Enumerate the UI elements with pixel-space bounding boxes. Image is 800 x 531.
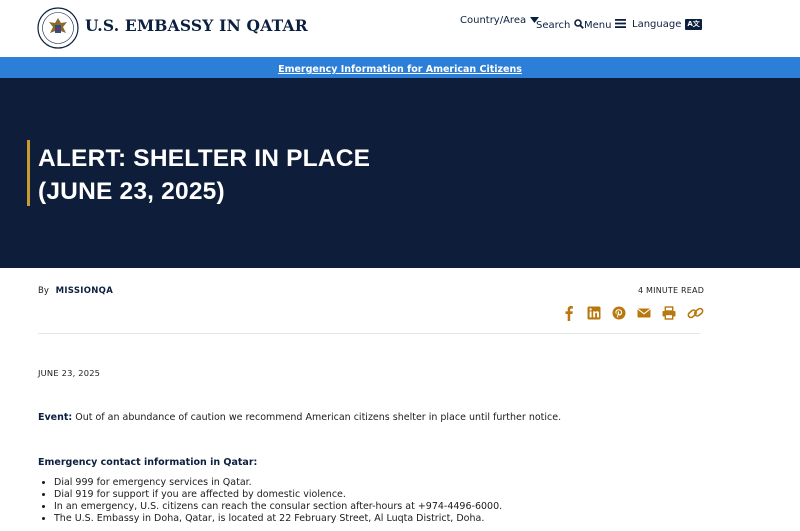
- emergency-bar: Emergency Information for American Citiz…: [0, 57, 800, 78]
- search-icon: [574, 19, 585, 32]
- event-paragraph: Event: Out of an abundance of caution we…: [38, 412, 561, 423]
- nav-menu-label: Menu: [584, 19, 612, 31]
- page-title-line-2: (JUNE 23, 2025): [38, 178, 225, 205]
- list-item: In an emergency, U.S. citizens can reach…: [54, 501, 502, 513]
- meta-divider: [38, 333, 700, 334]
- pinterest-icon[interactable]: [612, 305, 626, 321]
- translate-icon: A文: [685, 19, 702, 30]
- site-header: U.S. EMBASSY IN QATAR Country/Area Searc…: [0, 0, 800, 57]
- list-item: The U.S. Embassy in Doha, Qatar, is loca…: [54, 513, 502, 525]
- nav-search[interactable]: Search: [536, 19, 585, 32]
- by-label: By: [38, 286, 49, 296]
- nav-menu[interactable]: Menu: [584, 19, 627, 31]
- facebook-icon[interactable]: [562, 305, 576, 321]
- read-time: 4 MINUTE READ: [638, 286, 705, 295]
- share-bar: [562, 305, 704, 321]
- byline: By MISSIONQA: [38, 286, 113, 296]
- hero-accent-bar: [27, 140, 30, 206]
- event-text: Out of an abundance of caution we recomm…: [72, 412, 562, 423]
- nav-search-label: Search: [536, 20, 571, 31]
- author-link[interactable]: MISSIONQA: [56, 286, 114, 296]
- hero-banner: ALERT: SHELTER IN PLACE (JUNE 23, 2025): [0, 78, 800, 268]
- hamburger-icon: [615, 19, 627, 31]
- event-label: Event:: [38, 412, 73, 423]
- nav-language-label: Language: [632, 19, 682, 30]
- nav-country-label: Country/Area: [460, 15, 527, 26]
- nav-country-area[interactable]: Country/Area: [460, 15, 540, 26]
- page-title: ALERT: SHELTER IN PLACE (JUNE 23, 2025): [38, 142, 438, 208]
- contact-heading: Emergency contact information in Qatar:: [38, 457, 258, 468]
- email-icon[interactable]: [637, 305, 651, 321]
- list-item: Dial 919 for support if you are affected…: [54, 489, 502, 501]
- print-icon[interactable]: [662, 305, 676, 321]
- linkedin-icon[interactable]: [587, 305, 601, 321]
- site-title[interactable]: U.S. EMBASSY IN QATAR: [85, 16, 308, 35]
- page-title-line-1: ALERT: SHELTER IN PLACE: [38, 145, 371, 172]
- emergency-info-link[interactable]: Emergency Information for American Citiz…: [278, 64, 522, 75]
- list-item: Dial 999 for emergency services in Qatar…: [54, 477, 502, 489]
- embassy-seal-logo[interactable]: [37, 7, 79, 49]
- post-date: JUNE 23, 2025: [38, 368, 101, 378]
- contact-list: Dial 999 for emergency services in Qatar…: [54, 477, 502, 525]
- nav-language[interactable]: Language A文: [632, 19, 702, 30]
- copy-link-icon[interactable]: [687, 305, 704, 321]
